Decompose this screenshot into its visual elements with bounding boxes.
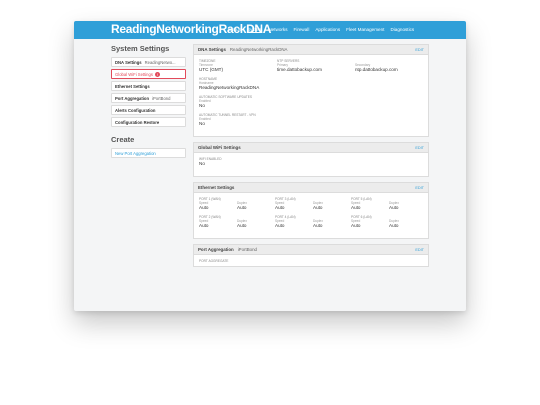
edit-link[interactable]: EDIT — [415, 248, 424, 252]
hostname-value: ReadingNetworkingRackDNA — [199, 85, 260, 90]
ntp-secondary-value: ntp.dattobackup.com — [355, 67, 398, 72]
card-title: Global WiFi Settings — [198, 145, 241, 150]
sidebar-item-ethernet-settings[interactable]: Ethernet Settings — [111, 81, 186, 91]
sidebar-item-port-aggregation[interactable]: Port Aggregation iPortBond — [111, 93, 186, 103]
port-aggregation-card: Port Aggregation iPortBond EDIT PORT AGG… — [193, 244, 429, 267]
sidebar-item-label: DNA Settings — [115, 59, 142, 65]
card-title: DNA Settings — [198, 47, 226, 52]
card-title: Port Aggregation — [198, 247, 234, 252]
card-header: Port Aggregation iPortBond EDIT — [194, 245, 428, 255]
duplex-value: Auto — [237, 223, 247, 228]
app-window: ReadingNetworkingRackDNA Status System N… — [74, 21, 466, 311]
port-block: PORT 3 (LAN) Speed Auto Duplex Auto — [275, 197, 351, 211]
speed-value: Auto — [351, 205, 361, 210]
sidebar-item-alerts-configuration[interactable]: Alerts Configuration — [111, 105, 186, 115]
sidebar-item-label: Alerts Configuration — [115, 107, 156, 113]
dna-settings-card: DNA Settings ReadingNetworkingRackDNA ED… — [193, 44, 429, 137]
port-block: PORT 5 (LAN) Speed Auto Duplex Auto — [351, 197, 427, 211]
card-title: Ethernet Settings — [198, 185, 235, 190]
duplex-value: Auto — [313, 205, 323, 210]
port-block: PORT 1 (WAN) Speed Auto Duplex Auto — [199, 197, 275, 211]
card-body: PORT 1 (WAN) Speed Auto Duplex Auto PORT 3… — [194, 193, 428, 238]
nav-firewall[interactable]: Firewall — [294, 27, 310, 32]
card-body: TIMEZONE Timezone UTC (GMT) NTP SERVERS … — [194, 55, 428, 136]
new-port-aggregation-button[interactable]: New Port Aggregation — [111, 148, 186, 158]
speed-value: Auto — [275, 223, 285, 228]
port-block: PORT 6 (LAN) Speed Auto Duplex Auto — [351, 215, 427, 229]
nav-system[interactable]: System — [247, 27, 262, 32]
ethernet-settings-card: Ethernet Settings EDIT PORT 1 (WAN) Spee… — [193, 182, 429, 239]
wifi-enabled-value: No — [199, 161, 205, 166]
top-nav-bar: ReadingNetworkingRackDNA Status System N… — [74, 21, 466, 39]
duplex-value: Auto — [313, 223, 323, 228]
sidebar-title: System Settings — [111, 44, 170, 53]
sidebar-item-configuration-restore[interactable]: Configuration Restore — [111, 117, 186, 127]
sidebar-item-label: Configuration Restore — [115, 119, 160, 125]
auto-update-value: No — [199, 103, 205, 108]
card-header: DNA Settings ReadingNetworkingRackDNA ED… — [194, 45, 428, 55]
sidebar-item-label: Global WiFi Settings — [115, 71, 153, 77]
nav-fleet-management[interactable]: Fleet Management — [346, 27, 384, 32]
alert-badge-icon: ! — [154, 71, 160, 77]
speed-value: Auto — [199, 205, 209, 210]
port-aggregate-label: PORT AGGREGATE — [199, 259, 229, 263]
speed-value: Auto — [351, 223, 361, 228]
main-nav: Status System Networks Firewall Applicat… — [228, 27, 414, 32]
nav-status[interactable]: Status — [228, 27, 241, 32]
nav-applications[interactable]: Applications — [315, 27, 340, 32]
edit-link[interactable]: EDIT — [415, 146, 424, 150]
edit-link[interactable]: EDIT — [415, 186, 424, 190]
create-title: Create — [111, 135, 135, 144]
speed-value: Auto — [199, 223, 209, 228]
card-subtitle: iPortBond — [237, 247, 257, 252]
duplex-value: Auto — [237, 205, 247, 210]
sidebar-item-sub: ReadingNetwo... — [144, 59, 176, 65]
edit-link[interactable]: EDIT — [415, 48, 424, 52]
vpn-restart-value: No — [199, 121, 205, 126]
card-header: Global WiFi Settings EDIT — [194, 143, 428, 153]
sidebar-item-label: New Port Aggregation — [115, 150, 156, 156]
sidebar-item-global-wifi-settings[interactable]: Global WiFi Settings ! — [111, 69, 186, 79]
main-content: DNA Settings ReadingNetworkingRackDNA ED… — [193, 44, 429, 272]
card-body: PORT AGGREGATE — [194, 255, 428, 266]
sidebar-item-label: Ethernet Settings — [115, 83, 150, 89]
sidebar-item-label: Port Aggregation — [115, 95, 150, 101]
port-block: PORT 2 (WAN) Speed Auto Duplex Auto — [199, 215, 275, 229]
sidebar-item-sub: iPortBond — [152, 95, 171, 101]
card-body: WIFI ENABLED No — [194, 153, 428, 176]
ntp-primary-value: time.dattobackup.com — [277, 67, 322, 72]
timezone-value: UTC (GMT) — [199, 67, 223, 72]
duplex-value: Auto — [389, 223, 399, 228]
card-subtitle: ReadingNetworkingRackDNA — [229, 47, 288, 52]
speed-value: Auto — [275, 205, 285, 210]
port-block: PORT 4 (LAN) Speed Auto Duplex Auto — [275, 215, 351, 229]
sidebar: System Settings DNA Settings ReadingNetw… — [111, 44, 186, 160]
sidebar-item-dna-settings[interactable]: DNA Settings ReadingNetwo... — [111, 57, 186, 67]
nav-diagnostics[interactable]: Diagnostics — [390, 27, 414, 32]
global-wifi-settings-card: Global WiFi Settings EDIT WIFI ENABLED N… — [193, 142, 429, 177]
nav-networks[interactable]: Networks — [268, 27, 287, 32]
card-header: Ethernet Settings EDIT — [194, 183, 428, 193]
duplex-value: Auto — [389, 205, 399, 210]
